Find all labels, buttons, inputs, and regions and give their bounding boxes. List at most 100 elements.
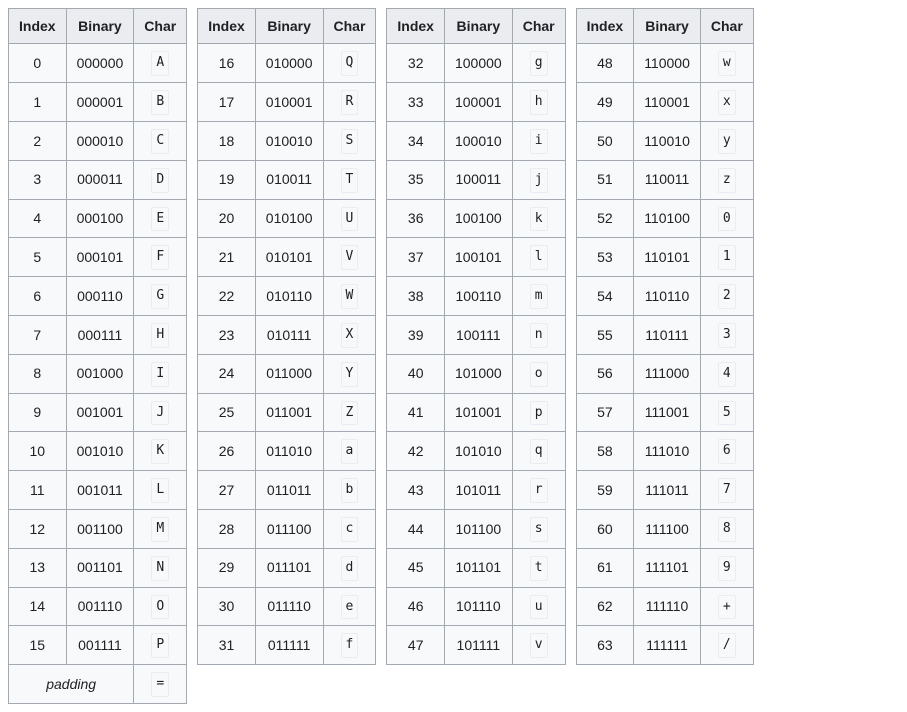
padding-row: padding =: [9, 665, 187, 704]
char-code: C: [151, 129, 169, 154]
header-index: Index: [198, 9, 256, 44]
table-row: 34100010i: [387, 121, 565, 160]
cell-char: u: [512, 587, 565, 626]
cell-binary: 010001: [255, 83, 323, 122]
table-row: 15001111P: [9, 626, 187, 665]
cell-char: F: [134, 238, 187, 277]
table-row: 9001001J: [9, 393, 187, 432]
table-row: 531101011: [576, 238, 753, 277]
cell-index: 14: [9, 587, 67, 626]
cell-binary: 001001: [66, 393, 134, 432]
table-row: 601111008: [576, 509, 753, 548]
char-code: z: [718, 168, 736, 193]
char-code: O: [151, 595, 169, 620]
cell-char: d: [323, 548, 376, 587]
cell-index: 45: [387, 548, 445, 587]
cell-char: h: [512, 83, 565, 122]
cell-char: E: [134, 199, 187, 238]
table-row: 22010110W: [198, 277, 376, 316]
char-code: m: [530, 284, 548, 309]
char-code: E: [151, 207, 169, 232]
char-code: W: [341, 284, 359, 309]
cell-binary: 101001: [444, 393, 512, 432]
cell-index: 32: [387, 44, 445, 83]
cell-char: Z: [323, 393, 376, 432]
cell-binary: 101111: [444, 626, 512, 665]
cell-index: 59: [576, 471, 634, 510]
cell-char: B: [134, 83, 187, 122]
cell-char: +: [700, 587, 753, 626]
cell-char: l: [512, 238, 565, 277]
table-row: 50110010y: [576, 121, 753, 160]
header-binary: Binary: [66, 9, 134, 44]
cell-binary: 100010: [444, 121, 512, 160]
cell-binary: 001111: [66, 626, 134, 665]
cell-binary: 110011: [634, 160, 701, 199]
cell-index: 7: [9, 315, 67, 354]
cell-index: 22: [198, 277, 256, 316]
cell-char: 0: [700, 199, 753, 238]
cell-index: 27: [198, 471, 256, 510]
cell-index: 8: [9, 354, 67, 393]
char-code: 8: [718, 517, 736, 542]
char-code: M: [151, 517, 169, 542]
cell-index: 23: [198, 315, 256, 354]
cell-char: 3: [700, 315, 753, 354]
cell-binary: 100101: [444, 238, 512, 277]
char-code: H: [151, 323, 169, 348]
cell-index: 4: [9, 199, 67, 238]
table-row: 27011011b: [198, 471, 376, 510]
cell-char: O: [134, 587, 187, 626]
cell-binary: 010111: [255, 315, 323, 354]
cell-char: z: [700, 160, 753, 199]
cell-binary: 000011: [66, 160, 134, 199]
char-code: k: [530, 207, 548, 232]
table-header-row: Index Binary Char: [198, 9, 376, 44]
cell-index: 41: [387, 393, 445, 432]
char-code: 7: [718, 478, 736, 503]
cell-index: 2: [9, 121, 67, 160]
cell-index: 24: [198, 354, 256, 393]
cell-index: 26: [198, 432, 256, 471]
char-code: P: [151, 633, 169, 658]
cell-binary: 000010: [66, 121, 134, 160]
cell-binary: 011100: [255, 509, 323, 548]
cell-char: S: [323, 121, 376, 160]
encoding-table-2-body: 32100000g33100001h34100010i35100011j3610…: [387, 44, 565, 665]
cell-index: 52: [576, 199, 634, 238]
char-code: y: [718, 129, 736, 154]
char-code: t: [530, 556, 548, 581]
char-code: I: [151, 362, 169, 387]
cell-index: 62: [576, 587, 634, 626]
cell-binary: 000000: [66, 44, 134, 83]
table-row: 11001011L: [9, 471, 187, 510]
char-code: 2: [718, 284, 736, 309]
cell-index: 37: [387, 238, 445, 277]
cell-char: q: [512, 432, 565, 471]
table-row: 36100100k: [387, 199, 565, 238]
cell-char: n: [512, 315, 565, 354]
char-code: F: [151, 245, 169, 270]
cell-char: L: [134, 471, 187, 510]
cell-char: w: [700, 44, 753, 83]
cell-char: A: [134, 44, 187, 83]
cell-binary: 101010: [444, 432, 512, 471]
cell-index: 16: [198, 44, 256, 83]
table-row: 3000011D: [9, 160, 187, 199]
cell-binary: 110111: [634, 315, 701, 354]
cell-index: 18: [198, 121, 256, 160]
table-row: 571110015: [576, 393, 753, 432]
cell-binary: 111000: [634, 354, 701, 393]
table-row: 541101102: [576, 277, 753, 316]
cell-binary: 101101: [444, 548, 512, 587]
cell-char: H: [134, 315, 187, 354]
char-code: J: [151, 401, 169, 426]
table-row: 10001010K: [9, 432, 187, 471]
cell-binary: 011101: [255, 548, 323, 587]
cell-binary: 000110: [66, 277, 134, 316]
cell-char: 1: [700, 238, 753, 277]
cell-char: o: [512, 354, 565, 393]
cell-char: 2: [700, 277, 753, 316]
table-header-row: Index Binary Char: [387, 9, 565, 44]
cell-char: y: [700, 121, 753, 160]
